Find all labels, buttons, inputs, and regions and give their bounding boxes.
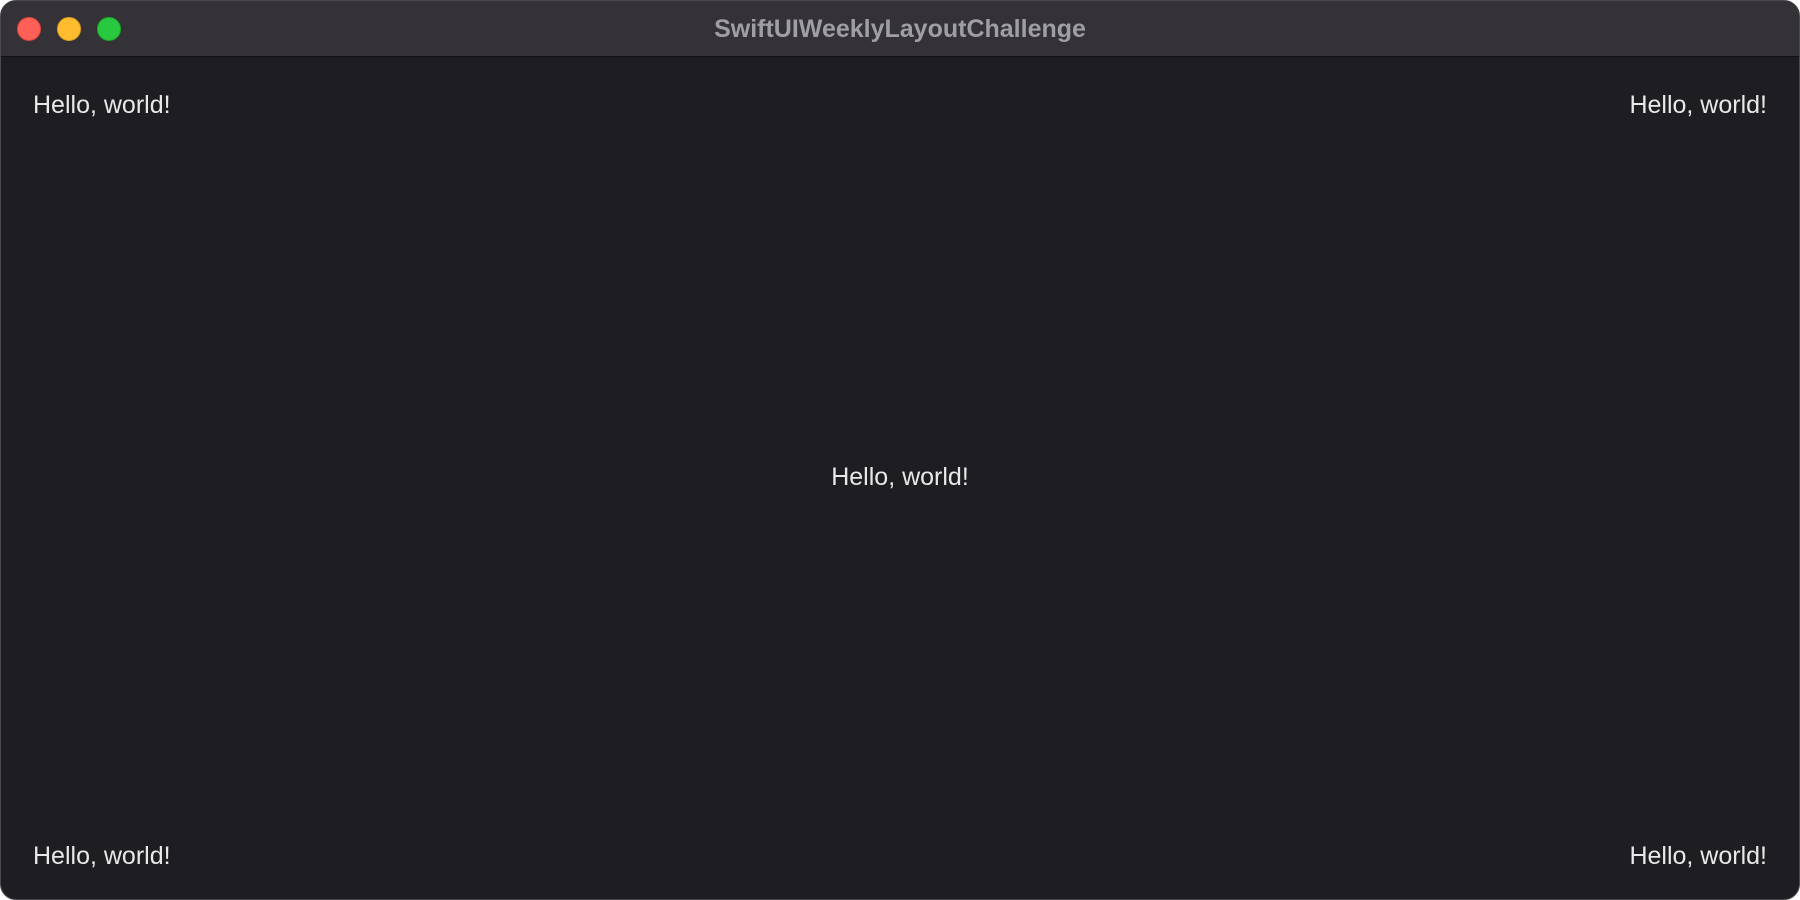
window-title: SwiftUIWeeklyLayoutChallenge (714, 15, 1086, 43)
label-top-right: Hello, world! (1629, 91, 1767, 119)
label-bottom-left: Hello, world! (33, 842, 171, 870)
content-area: Hello, world! Hello, world! Hello, world… (1, 57, 1799, 899)
title-bar[interactable]: SwiftUIWeeklyLayoutChallenge (1, 1, 1799, 57)
label-center: Hello, world! (831, 463, 969, 491)
label-bottom-right: Hello, world! (1629, 842, 1767, 870)
label-top-left: Hello, world! (33, 91, 171, 119)
app-window: SwiftUIWeeklyLayoutChallenge Hello, worl… (0, 0, 1800, 900)
